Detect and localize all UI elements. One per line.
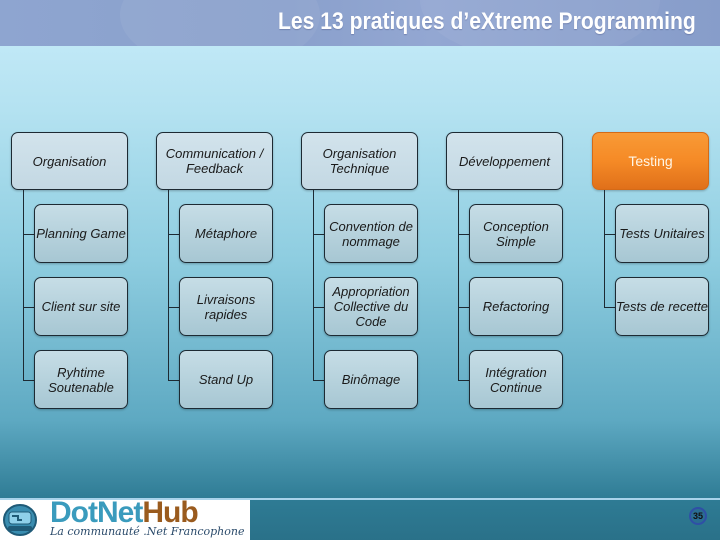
practice-item: Tests de recette	[615, 277, 709, 336]
header-band: Les 13 pratiques d’eXtreme Programming	[0, 0, 720, 46]
connector-branch	[604, 307, 615, 308]
practice-item: Livraisons rapides	[179, 277, 273, 336]
practice-item: Tests Unitaires	[615, 204, 709, 263]
practice-item: Binômage	[324, 350, 418, 409]
connector-line	[23, 190, 24, 380]
practice-item: Stand Up	[179, 350, 273, 409]
practice-item: Refactoring	[469, 277, 563, 336]
connector-branch	[23, 307, 34, 308]
category-header: Organisation	[11, 132, 128, 190]
logo-tagline: La communauté .Net Francophone	[50, 525, 245, 538]
connector-branch	[313, 380, 324, 381]
category-header: Testing	[592, 132, 709, 190]
slide-title: Les 13 pratiques d’eXtreme Programming	[278, 8, 696, 35]
dotnethub-logo-icon	[3, 504, 37, 536]
connector-branch	[168, 234, 179, 235]
connector-line	[313, 190, 314, 380]
connector-branch	[168, 307, 179, 308]
connector-branch	[23, 380, 34, 381]
connector-branch	[23, 234, 34, 235]
practice-item: Conception Simple	[469, 204, 563, 263]
connector-line	[458, 190, 459, 380]
connector-branch	[458, 234, 469, 235]
connector-branch	[313, 307, 324, 308]
practice-item: Ryhtime Soutenable	[34, 350, 128, 409]
practice-item: Client sur site	[34, 277, 128, 336]
connector-branch	[458, 307, 469, 308]
category-header: Organisation Technique	[301, 132, 418, 190]
category-header: Développement	[446, 132, 563, 190]
connector-branch	[604, 234, 615, 235]
page-number-badge: 35	[689, 507, 707, 525]
category-header: Communication / Feedback	[156, 132, 273, 190]
practice-item: Appropriation Collective du Code	[324, 277, 418, 336]
practice-item: Métaphore	[179, 204, 273, 263]
connector-line	[604, 190, 605, 307]
connector-branch	[313, 234, 324, 235]
connector-branch	[458, 380, 469, 381]
practice-item: Planning Game	[34, 204, 128, 263]
connector-line	[168, 190, 169, 380]
practice-item: Intégration Continue	[469, 350, 563, 409]
connector-branch	[168, 380, 179, 381]
practice-item: Convention de nommage	[324, 204, 418, 263]
